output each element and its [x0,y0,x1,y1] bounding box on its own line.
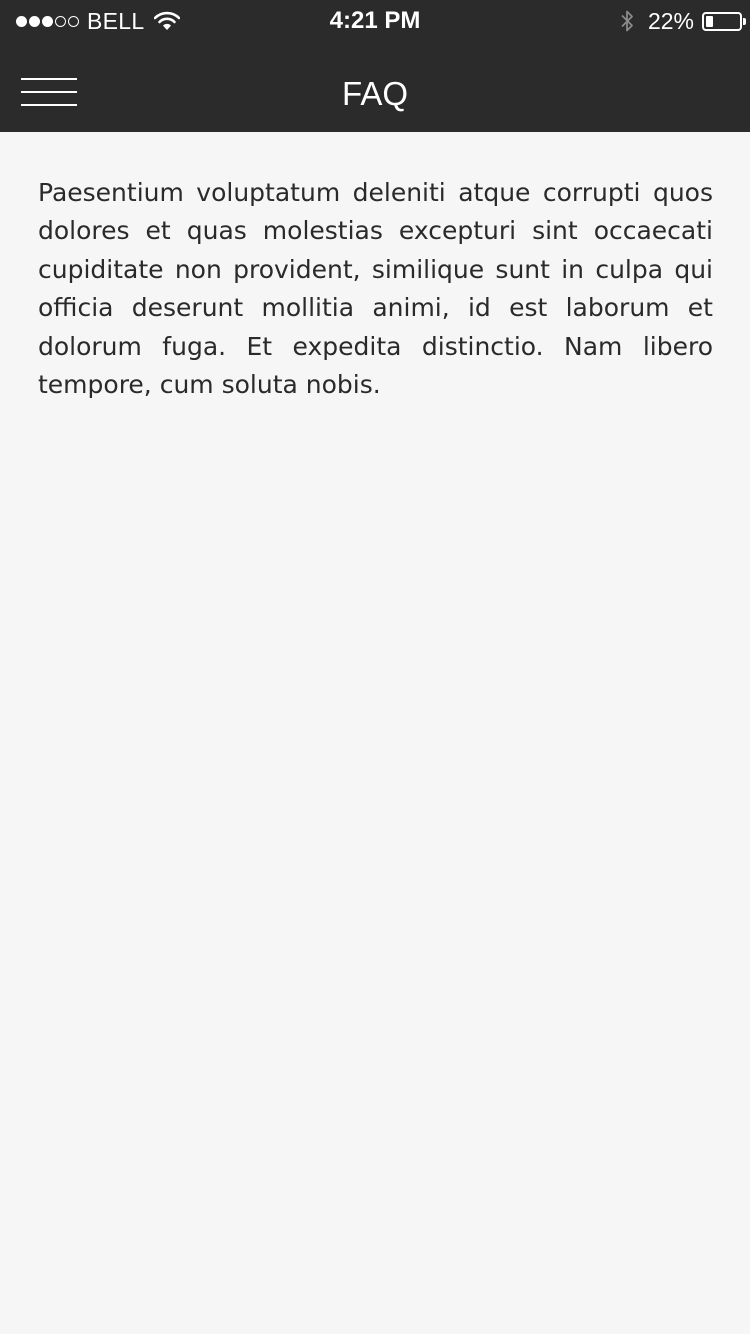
bluetooth-icon [621,10,633,32]
status-right: 22% [620,6,746,36]
faq-content: Paesentium voluptatum deleniti atque cor… [38,174,713,404]
battery-icon [702,11,746,31]
faq-body-text: Paesentium voluptatum deleniti atque cor… [38,178,713,400]
status-bar: BELL 4:21 PM 22% [0,0,750,40]
battery-tip [743,17,746,25]
battery-percentage: 22% [647,8,694,34]
navigation-bar: FAQ [0,40,750,132]
battery-level-fill [706,15,713,27]
page-title: FAQ [341,75,409,112]
app-header: BELL 4:21 PM 22% FAQ [0,0,750,132]
